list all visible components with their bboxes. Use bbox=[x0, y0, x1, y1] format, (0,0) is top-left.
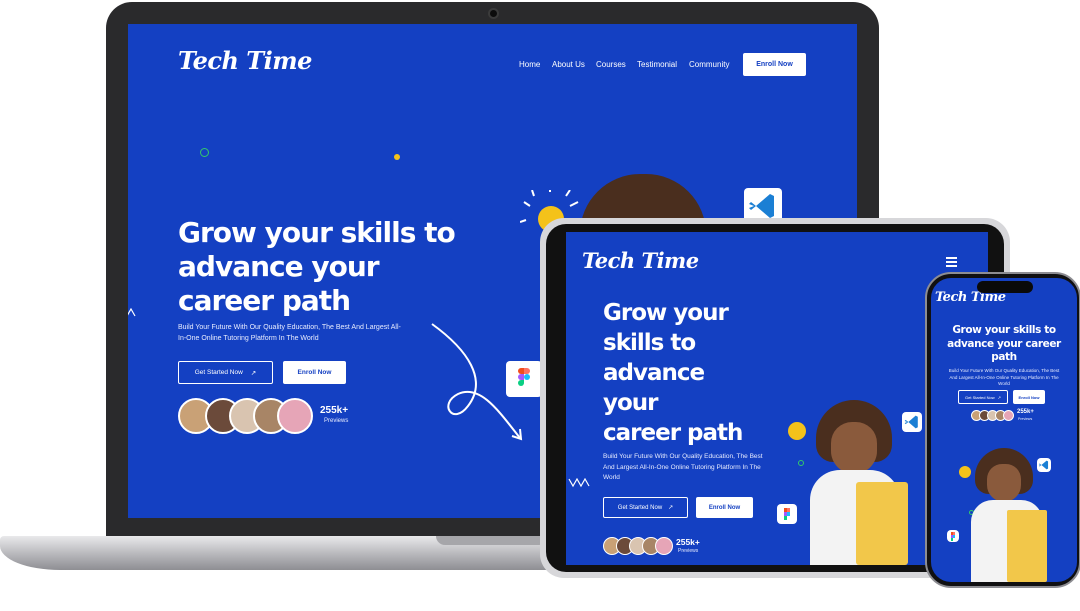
hero-subtext: Build Your Future With Our Quality Educa… bbox=[178, 322, 438, 344]
student-face bbox=[987, 464, 1021, 502]
hero-headline-line-2: advance your bbox=[178, 250, 380, 283]
figma-icon bbox=[506, 361, 542, 397]
decor-zigzag bbox=[568, 478, 590, 488]
laptop-notch bbox=[436, 536, 548, 545]
decor-green-ring bbox=[200, 148, 209, 157]
hero-subtext-line-1: Build Your Future With Our Quality Educa… bbox=[603, 453, 763, 460]
arrow-up-right-icon: ↗ bbox=[668, 505, 674, 511]
lightbulb-icon bbox=[959, 466, 971, 478]
hero-headline-line-3: career path bbox=[178, 284, 351, 317]
nav-home[interactable]: Home bbox=[519, 60, 540, 69]
hero-headline: Grow your skills to advance your career … bbox=[603, 298, 803, 448]
hero-headline: Grow your skills to advance your career … bbox=[931, 324, 1077, 365]
nav-enroll-button[interactable]: Enroll Now bbox=[743, 53, 806, 76]
vscode-icon bbox=[902, 412, 922, 432]
get-started-label: Get Started Now bbox=[617, 504, 663, 511]
hero-subtext-line-2: And Largest All-In-One Online Tutoring P… bbox=[603, 463, 761, 471]
hero-headline-line-5: career path bbox=[603, 420, 743, 446]
hero-subtext-line-3: World bbox=[603, 474, 620, 481]
avatar bbox=[277, 398, 313, 434]
student-folders bbox=[1007, 510, 1047, 582]
laptop-camera bbox=[488, 8, 499, 19]
phone-screen: Tech Time Grow your skills to advance yo… bbox=[931, 278, 1077, 582]
site-logo[interactable]: Tech Time bbox=[582, 248, 699, 273]
hero-subtext-line-3: World bbox=[998, 381, 1010, 386]
hero-headline-line-3: advance bbox=[603, 360, 705, 386]
nav-testimonial[interactable]: Testimonial bbox=[637, 60, 677, 69]
hero-headline-line-4: your bbox=[603, 390, 659, 416]
hero-subtext-line-1: Build Your Future With Our Quality Educa… bbox=[948, 368, 1060, 373]
previews-count: 255k+ bbox=[320, 405, 349, 416]
hero-subtext: Build Your Future With Our Quality Educa… bbox=[603, 452, 803, 484]
nav-community[interactable]: Community bbox=[689, 60, 729, 69]
previews-count: 255k+ bbox=[676, 537, 700, 547]
previews-count: 255k+ bbox=[1017, 409, 1034, 415]
avatar bbox=[655, 537, 673, 555]
hero-headline-line-1: Grow your bbox=[603, 300, 729, 326]
decor-green-ring bbox=[798, 460, 804, 466]
previews-label: Previews bbox=[324, 418, 349, 424]
arrow-up-right-icon: ↗ bbox=[997, 394, 1001, 400]
figma-icon bbox=[777, 504, 797, 524]
hero-headline: Grow your skills to advance your career … bbox=[178, 216, 518, 318]
hero-subtext-line-1: Build Your Future With Our Quality Educa… bbox=[178, 324, 401, 331]
avatar bbox=[1003, 410, 1014, 421]
hero-headline-line-3: path bbox=[991, 351, 1017, 363]
enroll-now-button[interactable]: Enroll Now bbox=[1013, 390, 1045, 404]
vscode-icon bbox=[1037, 458, 1051, 472]
get-started-label: Get Started Now bbox=[965, 394, 995, 400]
enroll-now-button[interactable]: Enroll Now bbox=[283, 361, 346, 384]
site-logo[interactable]: Tech Time bbox=[178, 46, 312, 75]
hero-subtext-line-2: In-One Online Tutoring Platform In The W… bbox=[178, 335, 319, 342]
phone-dynamic-island bbox=[977, 281, 1033, 293]
get-started-button[interactable]: Get Started Now ↗ bbox=[603, 497, 688, 518]
student-folders bbox=[856, 482, 908, 565]
previews-label: Previews bbox=[1018, 417, 1033, 421]
figma-icon bbox=[947, 530, 959, 542]
hero-headline-line-1: Grow your skills to bbox=[178, 216, 456, 249]
hero-headline-line-2: advance your career bbox=[947, 337, 1061, 350]
nav-courses[interactable]: Courses bbox=[596, 60, 626, 69]
hamburger-menu-icon[interactable] bbox=[946, 257, 958, 267]
student-face bbox=[831, 422, 877, 474]
decor-yellow-dot bbox=[394, 154, 400, 160]
hero-subtext: Build Your Future With Our Quality Educa… bbox=[931, 368, 1077, 388]
nav-about-us[interactable]: About Us bbox=[552, 60, 585, 69]
hero-headline-line-1: Grow your skills to bbox=[952, 324, 1056, 336]
enroll-now-button[interactable]: Enroll Now bbox=[696, 497, 753, 518]
arrow-up-right-icon: ↗ bbox=[250, 369, 257, 377]
lightbulb-icon bbox=[788, 422, 806, 440]
get-started-label: Get Started Now bbox=[194, 369, 243, 376]
decor-zigzag bbox=[128, 308, 136, 317]
get-started-button[interactable]: Get Started Now ↗ bbox=[178, 361, 273, 384]
hero-headline-line-2: skills to bbox=[603, 330, 696, 356]
get-started-button[interactable]: Get Started Now ↗ bbox=[958, 390, 1008, 404]
previews-label: Previews bbox=[678, 548, 699, 554]
